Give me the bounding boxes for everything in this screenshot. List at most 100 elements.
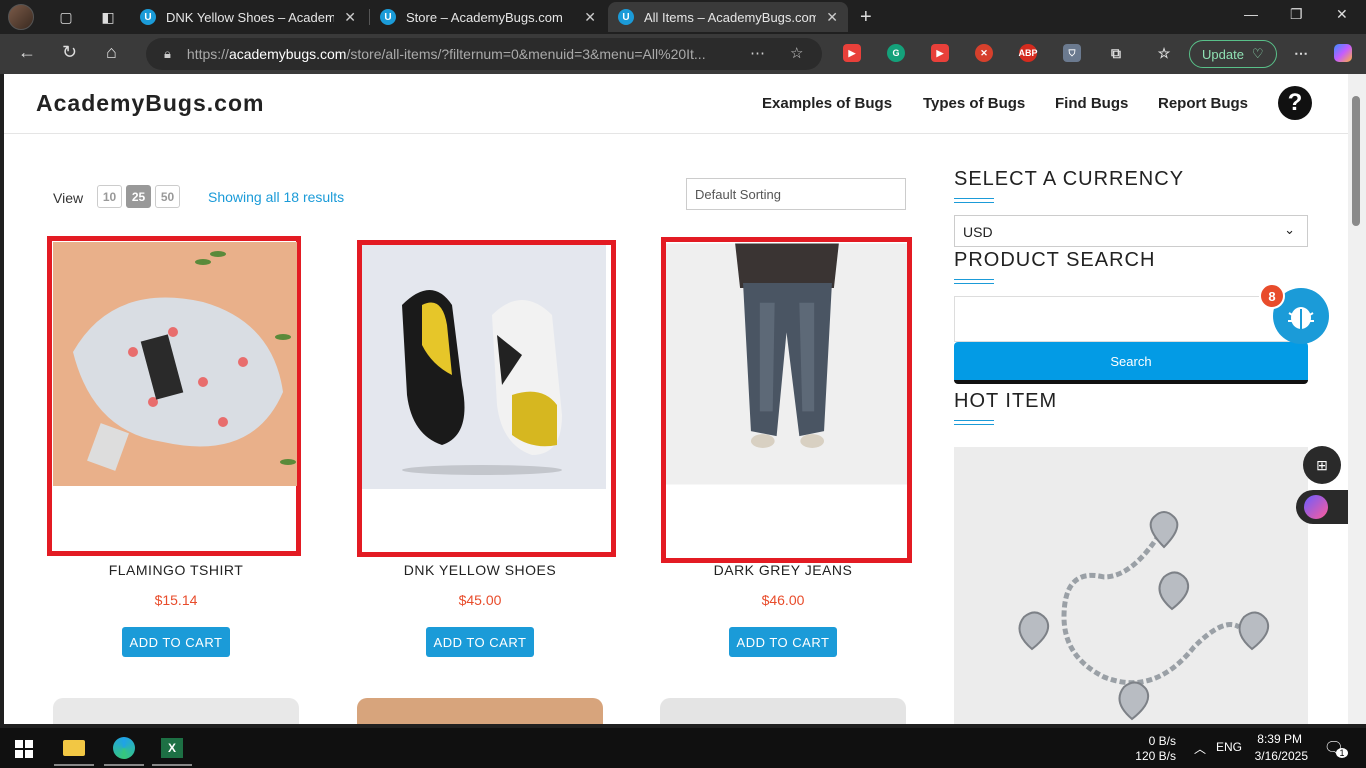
network-down-speed: 120 B/s <box>1135 749 1176 763</box>
add-to-cart-button[interactable]: ADD TO CART <box>729 627 837 657</box>
web-page: AcademyBugs.com Examples of Bugs Types o… <box>4 74 1348 724</box>
bug-icon <box>1288 307 1314 329</box>
product-title[interactable]: FLAMINGO TSHIRT <box>51 562 301 578</box>
minimize-icon[interactable]: — <box>1244 6 1258 22</box>
view-10-button[interactable]: 10 <box>97 185 122 208</box>
heartbeat-icon: ♡ <box>1251 46 1264 61</box>
excel-icon[interactable]: X <box>152 732 192 766</box>
search-button[interactable]: Search <box>954 342 1308 384</box>
product-image-row2-3[interactable] <box>660 698 906 724</box>
results-count: Showing all 18 results <box>208 189 345 205</box>
favorites-icon[interactable]: ☆ <box>1155 44 1173 62</box>
product-title[interactable]: DARK GREY JEANS <box>658 562 908 578</box>
product-search-heading: PRODUCT SEARCH <box>954 249 1156 271</box>
edge-browser-icon[interactable] <box>104 732 144 766</box>
menu-find-bugs[interactable]: Find Bugs <box>1055 95 1128 112</box>
assistant-icon <box>1304 495 1328 519</box>
lock-icon[interactable]: 🔒︎ <box>164 46 171 62</box>
grammarly-icon[interactable]: G <box>887 44 905 62</box>
menu-examples-of-bugs[interactable]: Examples of Bugs <box>762 95 892 112</box>
home-icon[interactable]: ⌂ <box>106 42 117 63</box>
read-aloud-icon[interactable]: ⋯ <box>750 44 765 62</box>
hot-item-heading: HOT ITEM <box>954 390 1058 412</box>
heading-underline <box>954 420 994 425</box>
workspaces-icon[interactable]: ▢ <box>54 5 78 29</box>
currency-heading: SELECT A CURRENCY <box>954 168 1185 190</box>
view-label: View <box>53 190 84 206</box>
restore-icon[interactable]: ❐ <box>1290 6 1303 23</box>
favorite-star-icon[interactable]: ☆ <box>790 44 803 62</box>
copilot-icon[interactable] <box>1334 44 1352 62</box>
update-button[interactable]: Update ♡ <box>1189 40 1277 68</box>
language-indicator[interactable]: ENG <box>1212 740 1242 754</box>
clock-time[interactable]: 8:39 PM <box>1250 732 1302 746</box>
adblock-plus-icon[interactable]: ABP <box>1019 44 1038 62</box>
heading-underline <box>954 279 994 284</box>
sorting-select[interactable]: Default Sorting <box>686 178 906 210</box>
network-up-speed: 0 B/s <box>1148 734 1176 748</box>
view-50-button[interactable]: 50 <box>155 185 180 208</box>
academybugs-favicon-icon: U <box>140 9 156 25</box>
shield-extension-icon[interactable]: ⛉ <box>1063 44 1081 62</box>
product-image-dnk-yellow-shoes[interactable] <box>357 240 616 557</box>
back-icon[interactable]: ← <box>18 42 36 63</box>
url-field[interactable]: 🔒︎ https://academybugs.com/store/all-ite… <box>146 38 822 70</box>
yellow-shoes-photo <box>362 245 606 489</box>
close-icon[interactable]: ✕ <box>826 9 838 26</box>
product-title[interactable]: DNK YELLOW SHOES <box>355 562 605 578</box>
add-to-cart-button[interactable]: ADD TO CART <box>426 627 534 657</box>
menu-report-bugs[interactable]: Report Bugs <box>1158 95 1248 112</box>
file-explorer-icon[interactable] <box>54 732 94 766</box>
assistant-widget[interactable] <box>1296 490 1348 524</box>
product-image-flamingo-tshirt[interactable] <box>47 236 301 556</box>
menu-types-of-bugs[interactable]: Types of Bugs <box>923 95 1025 112</box>
apps-grid-icon[interactable]: ⊞ <box>1303 446 1341 484</box>
add-to-cart-button[interactable]: ADD TO CART <box>122 627 230 657</box>
tab-store[interactable]: U Store – AcademyBugs.com ✕ <box>370 2 606 32</box>
view-25-button[interactable]: 25 <box>126 185 151 208</box>
product-price: $15.14 <box>154 592 198 608</box>
extension-tools-icon[interactable]: ✕ <box>975 44 993 62</box>
more-menu-icon[interactable]: ⋯ <box>1292 44 1310 62</box>
extensions-puzzle-icon[interactable]: ⧉ <box>1107 44 1125 62</box>
windows-start-icon[interactable] <box>4 732 44 766</box>
tab-label: DNK Yellow Shoes – AcademyBugs.com <box>166 9 335 25</box>
clock-date[interactable]: 3/16/2025 <box>1240 749 1308 763</box>
notification-count: 1 <box>1336 748 1348 758</box>
academybugs-favicon-icon: U <box>380 9 396 25</box>
close-icon[interactable]: ✕ <box>584 9 596 26</box>
tab-dnk-yellow-shoes[interactable]: U DNK Yellow Shoes – AcademyBugs.com ✕ <box>130 2 366 32</box>
refresh-icon[interactable]: ↻ <box>62 42 77 63</box>
help-icon[interactable]: ? <box>1278 86 1312 120</box>
new-tab-icon[interactable]: + <box>860 6 872 29</box>
scrollbar-thumb[interactable] <box>1352 96 1360 226</box>
page-scrollbar[interactable] <box>1348 74 1366 724</box>
tab-label: All Items – AcademyBugs.com <box>644 9 817 25</box>
address-toolbar: ← ↻ ⌂ 🔒︎ https://academybugs.com/store/a… <box>0 34 1366 74</box>
tab-label: Store – AcademyBugs.com <box>406 9 563 25</box>
extension-media-icon[interactable]: ▶ <box>843 44 861 62</box>
window-close-icon[interactable]: ✕ <box>1336 6 1348 23</box>
tab-actions-icon[interactable]: ◧ <box>96 5 120 29</box>
site-logo[interactable]: AcademyBugs.com <box>36 90 264 117</box>
windows-taskbar: X 0 B/s 120 B/s ︿ ENG 8:39 PM 3/16/2025 … <box>0 728 1366 768</box>
site-header: AcademyBugs.com Examples of Bugs Types o… <box>4 74 1348 134</box>
product-search-input[interactable] <box>954 296 1308 342</box>
hot-item-bracelet-image[interactable] <box>954 447 1308 724</box>
grey-jeans-photo <box>666 243 907 485</box>
url-text: https://academybugs.com/store/all-items/… <box>186 46 706 62</box>
extension-video-icon[interactable]: ▶ <box>931 44 949 62</box>
update-label: Update <box>1202 46 1244 62</box>
tray-expand-icon[interactable]: ︿ <box>1192 740 1206 757</box>
product-image-row2-2[interactable] <box>357 698 603 724</box>
product-image-row2-1[interactable] <box>53 698 299 724</box>
currency-select[interactable]: USD ⌄ <box>954 215 1308 247</box>
close-icon[interactable]: ✕ <box>344 9 356 26</box>
heading-underline <box>954 198 994 203</box>
academybugs-favicon-icon: U <box>618 9 634 25</box>
product-price: $46.00 <box>761 592 805 608</box>
bug-count-badge: 8 <box>1259 283 1285 309</box>
product-image-dark-grey-jeans[interactable] <box>661 237 912 563</box>
tab-all-items[interactable]: U All Items – AcademyBugs.com ✕ <box>608 2 848 32</box>
profile-avatar[interactable] <box>8 4 34 30</box>
